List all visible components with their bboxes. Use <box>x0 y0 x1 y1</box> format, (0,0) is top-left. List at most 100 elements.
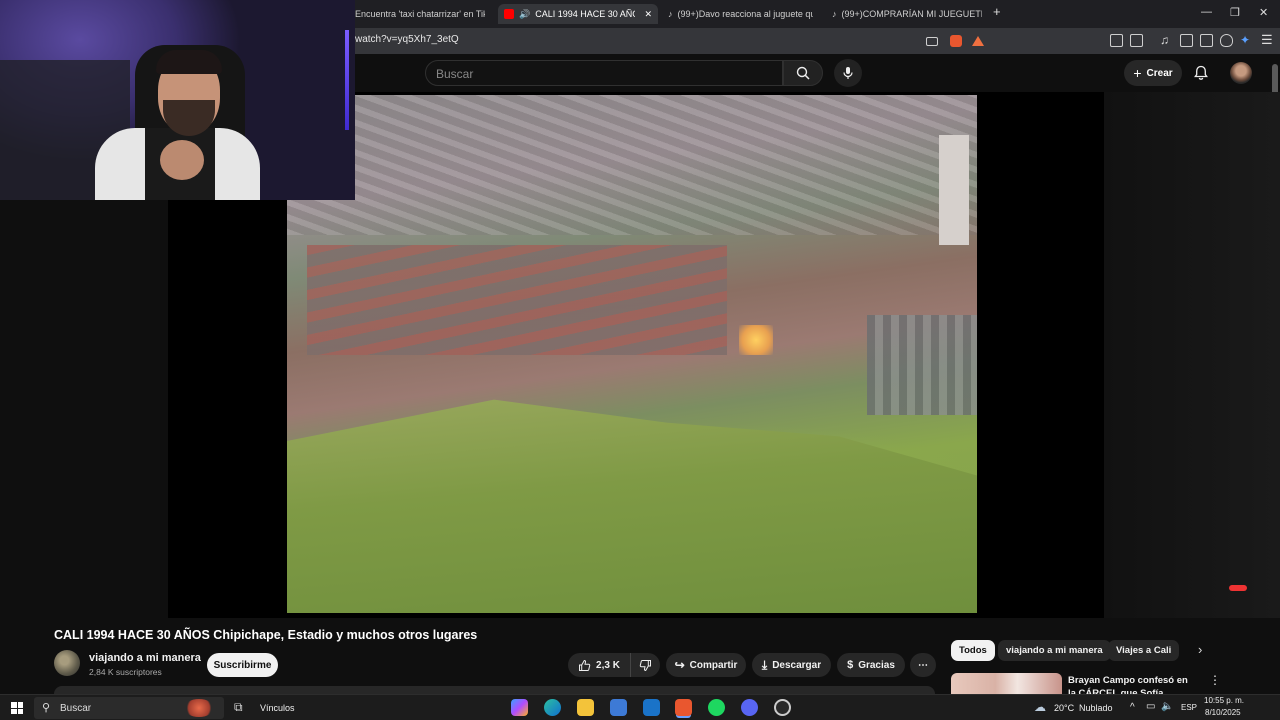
leo-ai-icon[interactable]: ✦ <box>1240 33 1250 47</box>
like-count: 2,3 K <box>596 659 620 671</box>
tower-building <box>939 135 969 245</box>
right-panel-gradient <box>1104 92 1280 618</box>
weather-cloud-icon: ☁ <box>1034 700 1046 714</box>
chevron-right-icon[interactable]: › <box>1198 642 1202 657</box>
download-label: Descargar <box>772 659 822 671</box>
clock-date[interactable]: 8/10/2025 <box>1205 708 1241 717</box>
industrial-buildings <box>307 245 727 355</box>
clock-time[interactable]: 10:55 p. m. <box>1204 696 1244 705</box>
cast-icon[interactable] <box>926 37 938 46</box>
create-button[interactable]: + Crear <box>1124 60 1182 86</box>
plus-icon: + <box>1133 65 1142 81</box>
brave-shield-icon[interactable] <box>950 35 962 47</box>
vpn-icon[interactable] <box>1220 34 1233 47</box>
octopus-illustration <box>184 699 214 717</box>
tab-label: CALI 1994 HACE 30 AÑOS Chipichape <box>535 9 635 19</box>
input-language[interactable]: ESP <box>1181 703 1197 712</box>
download-button[interactable]: ⤓ Descargar <box>752 653 831 677</box>
recommended-title[interactable]: Brayan Campo confesó en la CÁRCEL que So… <box>1068 674 1193 696</box>
subscribe-button[interactable]: Suscribirme <box>207 653 278 677</box>
video-frame <box>287 95 977 613</box>
like-button[interactable]: 2,3 K <box>568 653 630 677</box>
screenshot-icon[interactable] <box>1130 34 1143 47</box>
tab-youtube-active[interactable]: 🔊 CALI 1994 HACE 30 AÑOS Chipichape ✕ <box>498 4 658 24</box>
spotify-icon[interactable] <box>708 699 725 716</box>
tab-label: (99+)COMPRARÍAN MI JUEGUETE? <box>841 9 983 19</box>
microsoft-store-icon[interactable] <box>610 699 627 716</box>
file-explorer-icon[interactable] <box>577 699 594 716</box>
recommended-thumbnail[interactable] <box>951 673 1062 695</box>
taskbar-search[interactable]: ⚲ Buscar <box>34 697 224 719</box>
more-actions-button[interactable]: ⋯ <box>910 653 936 677</box>
tiktok-icon: ♪ <box>668 9 673 19</box>
account-avatar[interactable] <box>1230 62 1252 84</box>
city-blocks <box>287 95 977 235</box>
close-window-icon[interactable]: ✕ <box>1259 6 1268 19</box>
brave-rewards-icon[interactable] <box>972 36 984 46</box>
outlook-icon[interactable] <box>643 699 660 716</box>
copilot-icon[interactable] <box>511 699 528 716</box>
windows-start-icon[interactable] <box>11 702 23 714</box>
chip-cali[interactable]: Viajes a Cali <box>1108 640 1180 661</box>
thumbs-up-icon <box>579 659 591 671</box>
tab-tiktok-jueguete[interactable]: ♪ (99+)COMPRARÍAN MI JUEGUETE? <box>832 4 982 24</box>
music-icon[interactable]: ♫ <box>1160 33 1169 47</box>
wallet-icon[interactable] <box>1200 34 1213 47</box>
share-label: Compartir <box>689 659 738 671</box>
windows-taskbar: ⚲ Buscar ⧉ Vínculos ☁ 20°C Nublado ^ ▭ 🔈… <box>0 694 1280 720</box>
tab-tiktok-davo[interactable]: ♪ (99+)Davo reacciona al juguete que <box>668 4 813 24</box>
weather-description[interactable]: Nublado <box>1079 703 1113 713</box>
new-tab-icon[interactable]: + <box>993 4 1001 19</box>
tab-label: (99+)Davo reacciona al juguete que <box>677 9 814 19</box>
high-rise-block <box>867 315 977 415</box>
search-button[interactable] <box>783 60 823 86</box>
discord-icon[interactable] <box>741 699 758 716</box>
chip-channel[interactable]: viajando a mi manera <box>998 640 1111 661</box>
menu-icon[interactable]: ☰ <box>1261 32 1273 48</box>
live-badge <box>1229 585 1247 591</box>
microphone-icon <box>843 67 853 79</box>
weather-temperature[interactable]: 20°C <box>1054 703 1074 713</box>
minimize-icon[interactable]: — <box>1201 6 1212 18</box>
super-thanks-icon: $ <box>847 659 854 671</box>
led-strip <box>345 30 349 130</box>
extensions-icon[interactable] <box>1110 34 1123 47</box>
download-icon: ⤓ <box>761 657 768 672</box>
task-view-icon[interactable]: ⧉ <box>234 700 243 715</box>
youtube-icon <box>504 9 514 19</box>
create-label: Crear <box>1146 67 1173 79</box>
network-icon[interactable]: ▭ <box>1146 701 1155 712</box>
tab-label: Encuentra 'taxi chatarrizar' en TikTok <box>355 9 485 19</box>
thumbs-down-icon <box>639 659 651 671</box>
subscriber-count: 2,84 K suscriptores <box>89 667 162 677</box>
links-toolbar[interactable]: Vínculos <box>260 703 295 713</box>
tab-tiktok-search[interactable]: Encuentra 'taxi chatarrizar' en TikTok <box>355 4 485 24</box>
search-input[interactable]: Buscar <box>425 60 783 86</box>
share-icon: ↪ <box>674 658 685 672</box>
taskbar-search-label: Buscar <box>60 702 92 714</box>
obs-icon[interactable] <box>774 699 791 716</box>
brave-browser-icon[interactable] <box>675 699 692 716</box>
notifications-bell-icon[interactable] <box>1194 65 1208 81</box>
share-button[interactable]: ↪ Compartir <box>666 653 746 677</box>
close-tab-icon[interactable]: ✕ <box>644 9 652 20</box>
more-horizontal-icon: ⋯ <box>918 659 928 671</box>
speaker-icon: 🔊 <box>519 8 531 19</box>
dislike-button[interactable] <box>630 653 660 677</box>
bright-building <box>739 325 773 355</box>
chip-all[interactable]: Todos <box>951 640 995 661</box>
restore-icon[interactable]: ❐ <box>1230 6 1240 19</box>
search-icon <box>796 66 810 80</box>
edge-icon[interactable] <box>544 699 561 716</box>
sidebar-icon[interactable] <box>1180 34 1193 47</box>
chevron-up-icon[interactable]: ^ <box>1130 702 1135 713</box>
voice-search-button[interactable] <box>834 59 862 87</box>
url-field[interactable]: watch?v=yq5Xh7_3etQ <box>355 34 459 45</box>
search-icon: ⚲ <box>42 702 51 714</box>
channel-avatar[interactable] <box>54 650 80 676</box>
streamer-webcam <box>0 0 355 200</box>
volume-icon[interactable]: 🔈 <box>1161 701 1173 712</box>
channel-name[interactable]: viajando a mi manera <box>89 652 201 664</box>
more-vertical-icon[interactable]: ⋮ <box>1209 673 1221 687</box>
thanks-button[interactable]: $ Gracias <box>837 653 905 677</box>
